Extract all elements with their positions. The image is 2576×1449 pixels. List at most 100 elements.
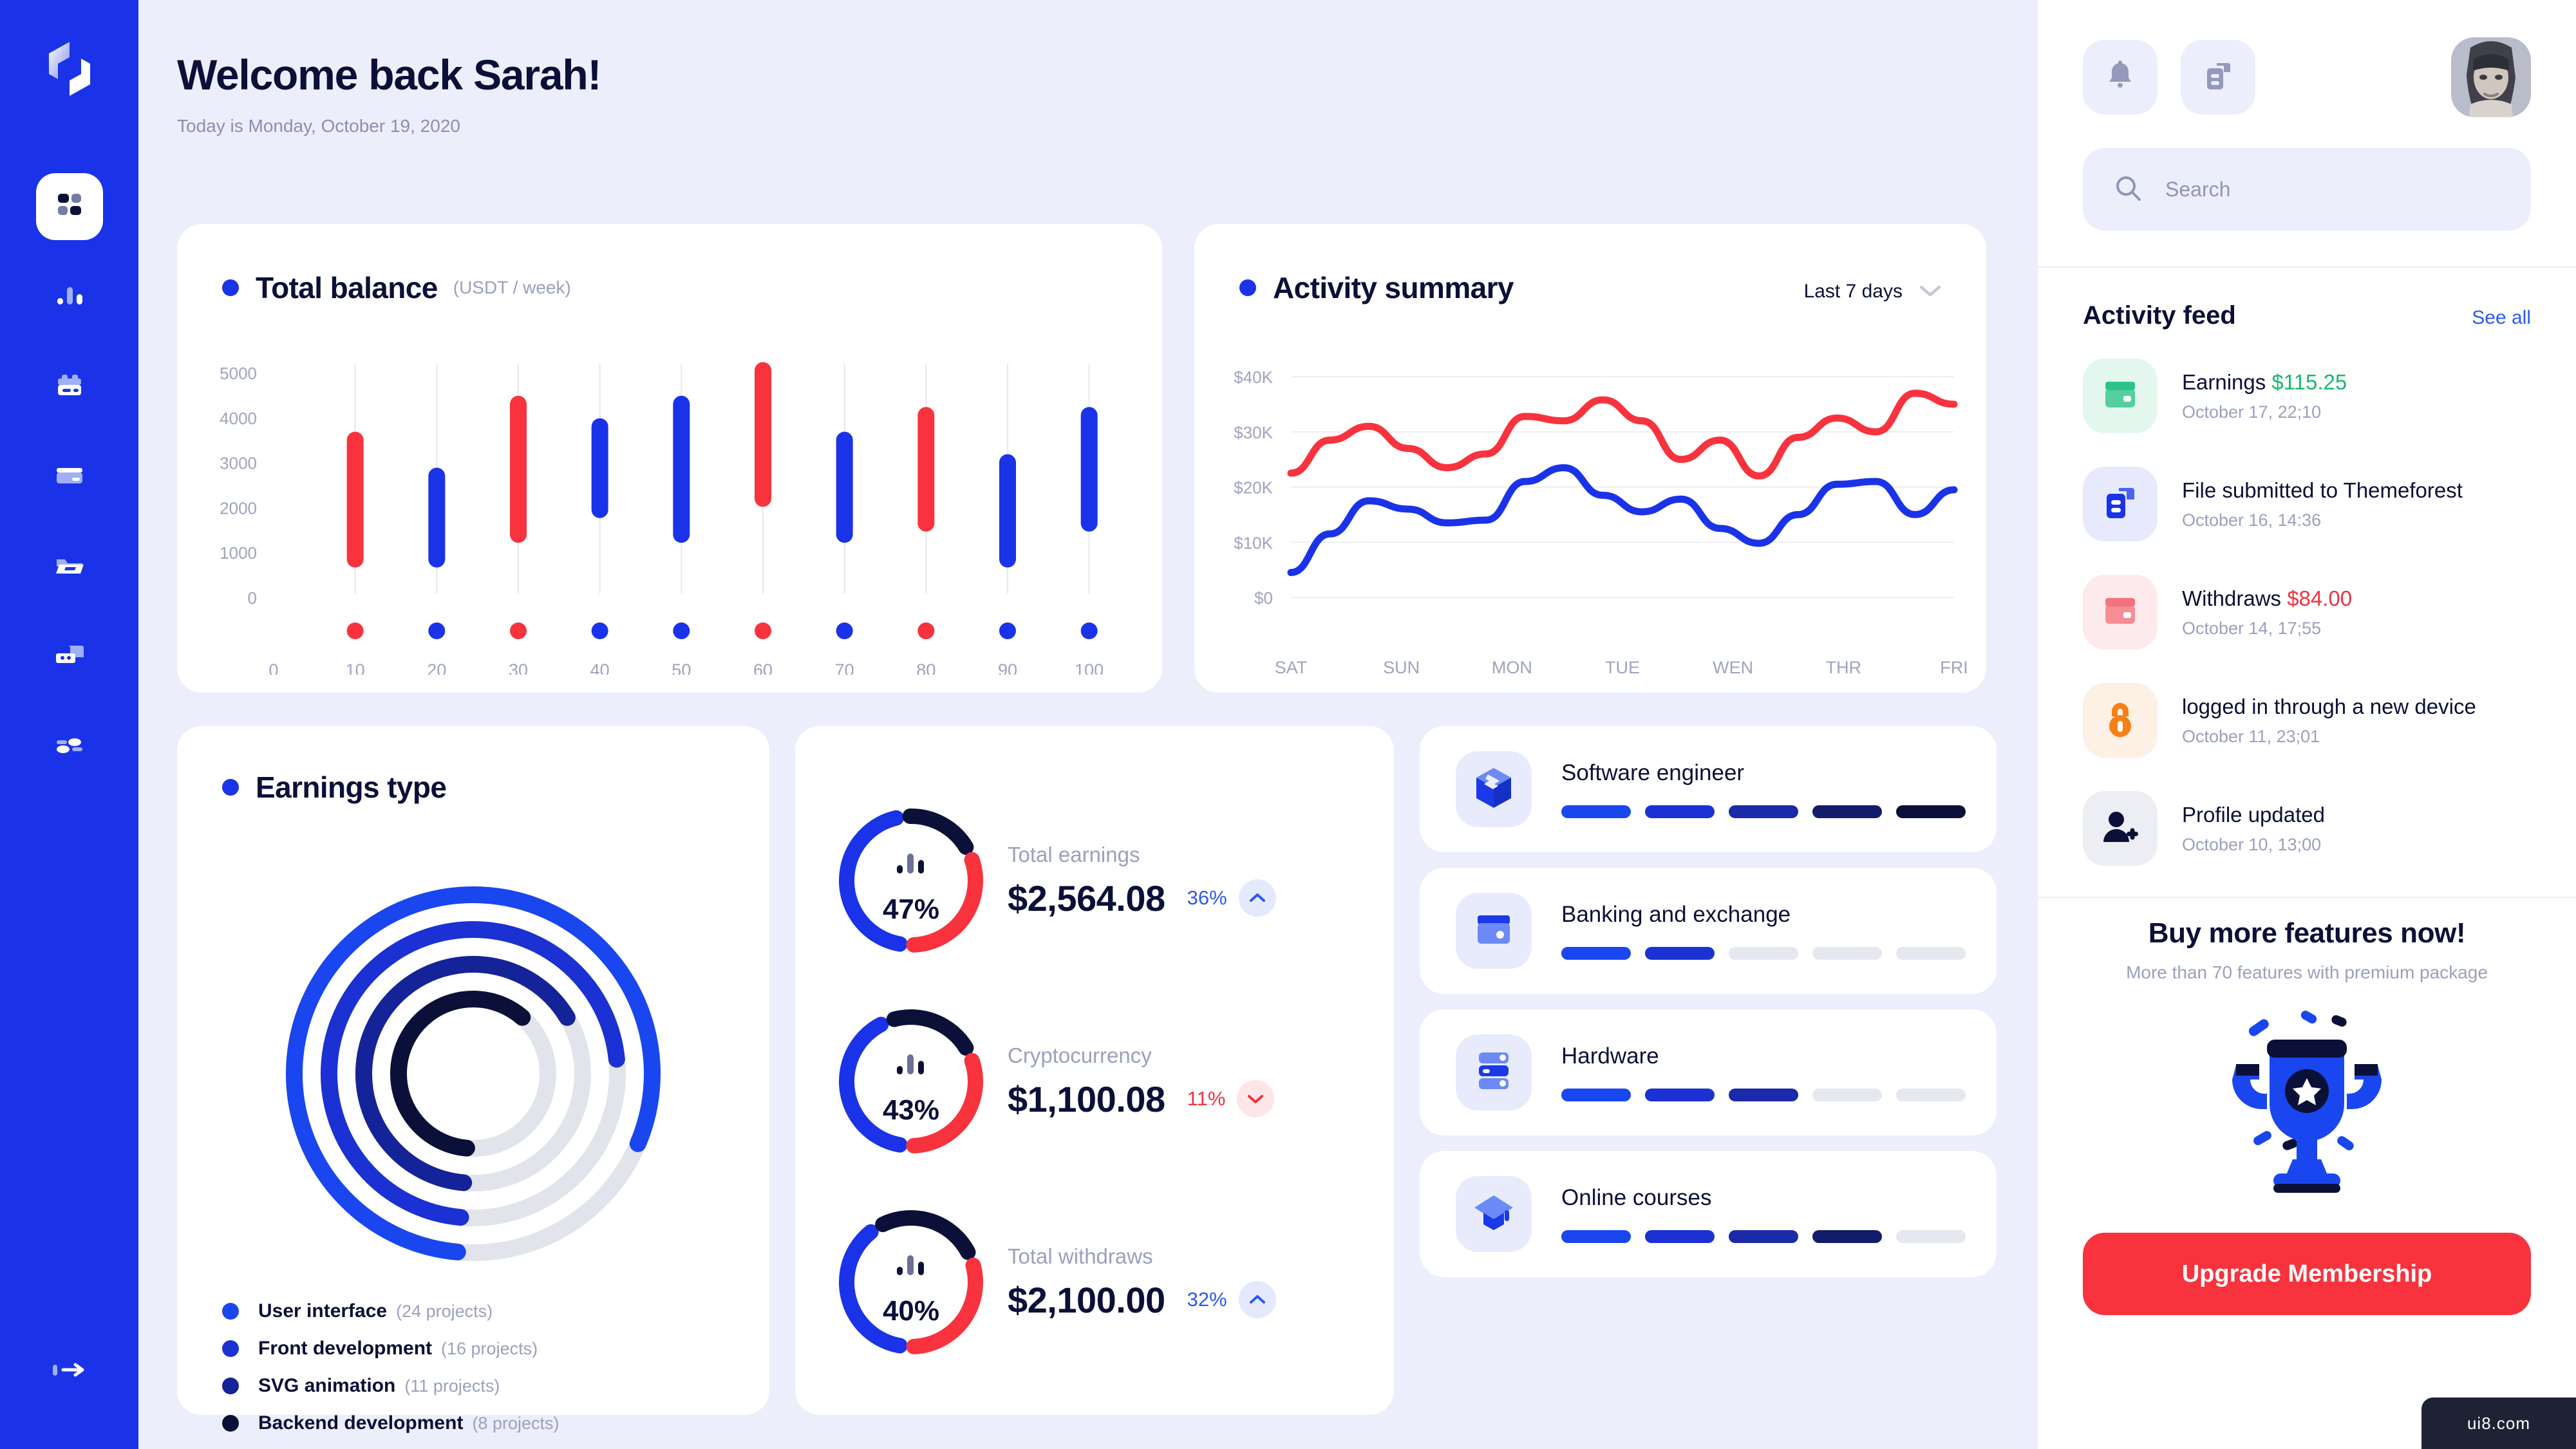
feed-item-body: File submitted to Themeforest October 16…	[2182, 478, 2463, 530]
svg-text:80: 80	[916, 660, 935, 675]
range-selector-label: Last 7 days	[1803, 281, 1903, 302]
activity-feed-item[interactable]: File submitted to Themeforest October 16…	[2083, 450, 2531, 558]
activity-summary-header: Activity summary	[1239, 270, 1514, 305]
page-subtitle: Today is Monday, October 19, 2020	[177, 116, 460, 136]
legend-dot-icon	[222, 1415, 239, 1432]
dashboard-page: Welcome back Sarah! Today is Monday, Oct…	[0, 0, 2576, 1449]
skill-icon-box	[1456, 1176, 1532, 1252]
sidebar-item-files[interactable]	[36, 534, 103, 601]
skill-segment	[1561, 805, 1631, 818]
svg-text:MON: MON	[1492, 658, 1532, 675]
skill-segment	[1729, 1230, 1798, 1243]
feed-item-body: Withdraws $84.00 October 14, 17;55	[2182, 586, 2352, 639]
cap-icon	[1472, 1193, 1515, 1235]
stat-row: 47% Total earnings $2,564.08 36%	[834, 803, 1276, 958]
svg-text:FRI: FRI	[1940, 658, 1968, 675]
svg-text:$0: $0	[1254, 588, 1273, 608]
svg-text:100: 100	[1075, 660, 1104, 675]
activity-feed-item[interactable]: Profile updated October 10, 13;00	[2083, 774, 2531, 883]
range-selector[interactable]: Last 7 days	[1804, 281, 1941, 303]
feed-item-body: Profile updated October 10, 13;00	[2182, 803, 2325, 855]
search-box[interactable]	[2083, 148, 2531, 230]
feed-item-time: October 17, 22;10	[2182, 402, 2322, 422]
svg-text:60: 60	[753, 660, 773, 675]
skill-card[interactable]: Hardware	[1420, 1009, 1997, 1136]
total-balance-title: Total balance	[256, 271, 438, 304]
skill-segment	[1896, 1230, 1966, 1243]
earnings-type-header: Earnings type	[222, 770, 447, 805]
stat-row: 40% Total withdraws $2,100.00 32%	[834, 1205, 1276, 1360]
bar-chart-icon	[834, 1251, 988, 1278]
activity-feed-item[interactable]: Earnings $115.25 October 17, 22;10	[2083, 342, 2531, 450]
see-all-link[interactable]: See all	[2472, 307, 2531, 329]
search-input[interactable]	[2165, 177, 2526, 201]
skill-name: Online courses	[1561, 1185, 1712, 1210]
logout-button[interactable]	[36, 1352, 103, 1390]
skill-card[interactable]: Software engineer	[1420, 726, 1997, 852]
sidebar-item-settings[interactable]	[36, 714, 103, 781]
activity-feed-item[interactable]: Withdraws $84.00 October 14, 17;55	[2083, 558, 2531, 666]
notifications-button[interactable]	[2083, 40, 2158, 115]
feed-item-icon-box	[2083, 359, 2158, 433]
credit-card-icon	[53, 459, 86, 496]
lock-icon	[2105, 700, 2136, 741]
legend-dot-icon	[222, 279, 239, 296]
upgrade-membership-button[interactable]: Upgrade Membership	[2083, 1233, 2531, 1315]
stat-text: Cryptocurrency $1,100.08 11%	[1008, 1043, 1275, 1120]
left-sidebar	[0, 0, 138, 1449]
feed-item-time: October 10, 13;00	[2182, 834, 2322, 854]
stat-value: $2,564.08	[1008, 877, 1165, 919]
svg-text:WEN: WEN	[1713, 658, 1753, 675]
arrow-down-icon	[1237, 1080, 1275, 1117]
stat-row: 43% Cryptocurrency $1,100.08 11%	[834, 1004, 1275, 1159]
legend-dot-icon	[222, 1378, 239, 1394]
trophy-illustration	[2083, 996, 2531, 1208]
skill-segment	[1812, 1230, 1882, 1243]
skill-segment	[1561, 1089, 1631, 1101]
activity-feed-item[interactable]: logged in through a new device October 1…	[2083, 666, 2531, 774]
search-icon	[2114, 174, 2142, 205]
legend-item-label: Front development	[258, 1338, 433, 1359]
skill-progress	[1561, 947, 1966, 960]
watermark: ui8.com	[2421, 1398, 2576, 1449]
skill-card[interactable]: Online courses	[1420, 1151, 1997, 1277]
legend-item-label: SVG animation	[258, 1375, 396, 1396]
svg-text:$10K: $10K	[1234, 533, 1273, 552]
sliders-icon	[53, 729, 86, 766]
avatar[interactable]	[2451, 37, 2531, 117]
skill-card[interactable]: Banking and exchange	[1420, 868, 1997, 994]
skill-segment	[1645, 1089, 1715, 1101]
legend-item-count: (16 projects)	[441, 1338, 538, 1358]
total-balance-card: Total balance (USDT / week) 0 1000 2000 300…	[177, 224, 1162, 693]
chevron-down-icon	[1903, 281, 1941, 303]
legend-dot-icon	[222, 779, 239, 796]
files-icon	[2103, 485, 2138, 523]
stat-percent: 47%	[882, 893, 940, 925]
svg-text:$30K: $30K	[1234, 423, 1273, 442]
feed-item-body: Earnings $115.25 October 17, 22;10	[2182, 370, 2347, 422]
skill-row: Hardware	[1420, 1009, 1997, 1136]
svg-text:50: 50	[672, 660, 691, 675]
stat-donut: 43%	[834, 1004, 988, 1159]
svg-text:SUN: SUN	[1383, 658, 1420, 675]
bar-chart-icon	[834, 1051, 988, 1078]
user-plus-icon	[2102, 810, 2138, 848]
skill-segment	[1645, 947, 1715, 960]
earnings-type-title: Earnings type	[256, 771, 447, 804]
feed-item-text: logged in through a new device	[2182, 695, 2476, 719]
sidebar-item-cards[interactable]	[36, 444, 103, 510]
total-balance-header: Total balance (USDT / week)	[222, 270, 571, 305]
stat-delta: 11%	[1187, 1087, 1226, 1110]
sidebar-item-analytics[interactable]	[36, 263, 103, 330]
sidebar-item-dashboard[interactable]	[35, 173, 103, 240]
files-icon	[2203, 61, 2233, 95]
right-panel: Activity feed See all Earnings $115.25 O…	[2038, 0, 2576, 1449]
skill-body: Software engineer	[1561, 760, 1966, 818]
sidebar-item-messages[interactable]	[36, 624, 103, 691]
wallet-icon	[1474, 911, 1514, 951]
skill-segment	[1561, 947, 1631, 960]
sidebar-item-wallet[interactable]	[36, 353, 103, 420]
files-button[interactable]	[2181, 40, 2255, 115]
legend-item-count: (8 projects)	[472, 1413, 559, 1433]
feed-item-time: October 16, 14:36	[2182, 510, 2322, 530]
